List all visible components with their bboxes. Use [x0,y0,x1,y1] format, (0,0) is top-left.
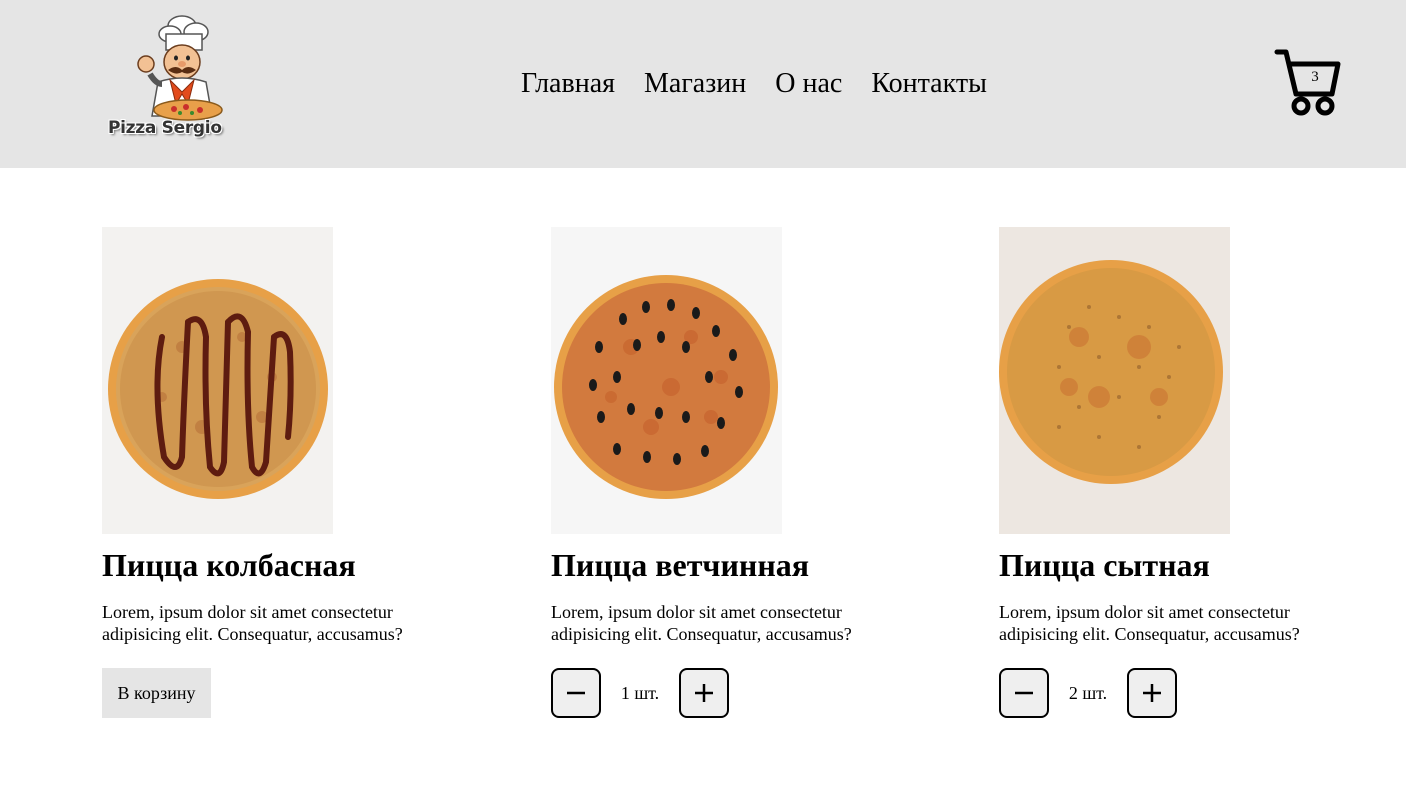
chef-logo-icon [137,15,223,121]
nav-shop[interactable]: Магазин [644,66,746,102]
nav-about[interactable]: О нас [775,66,842,102]
product-image [102,227,333,534]
plus-icon [695,684,713,702]
quantity-stepper: 2 шт. [999,668,1179,718]
product-card: Пицца ветчинная Lorem, ipsum dolor sit a… [551,227,891,718]
main-nav: Главная Магазин О нас Контакты [521,66,987,102]
product-title: Пицца сытная [999,547,1210,583]
plus-icon [1143,684,1161,702]
logo-text: Pizza Sergio [108,118,222,138]
product-image [551,227,782,534]
product-description: Lorem, ipsum dolor sit amet consectetur … [551,602,852,644]
product-image [999,227,1230,534]
logo[interactable]: Pizza Sergio [104,12,244,152]
product-title: Пицца ветчинная [551,547,810,583]
product-card: Пицца сытная Lorem, ipsum dolor sit amet… [999,227,1339,718]
cart-button[interactable]: 3 [1274,48,1342,118]
quantity-value: 2 шт. [1068,683,1108,703]
cart-count-badge: 3 [1311,69,1319,85]
add-to-cart-button[interactable]: В корзину [102,668,211,718]
decrease-quantity-button[interactable] [999,668,1049,718]
nav-home[interactable]: Главная [521,66,615,102]
product-card: Пицца колбасная Lorem, ipsum dolor sit a… [102,227,442,718]
increase-quantity-button[interactable] [1127,668,1177,718]
increase-quantity-button[interactable] [679,668,729,718]
product-description: Lorem, ipsum dolor sit amet consectetur … [102,602,403,644]
site-header: Pizza Sergio Главная Магазин О нас Конта… [0,0,1406,168]
quantity-value: 1 шт. [620,683,660,703]
quantity-stepper: 1 шт. [551,668,731,718]
minus-icon [567,691,585,695]
nav-contacts[interactable]: Контакты [871,66,987,102]
minus-icon [1015,691,1033,695]
cart-icon [1274,49,1341,116]
product-title: Пицца колбасная [102,547,356,583]
decrease-quantity-button[interactable] [551,668,601,718]
product-description: Lorem, ipsum dolor sit amet consectetur … [999,602,1300,644]
